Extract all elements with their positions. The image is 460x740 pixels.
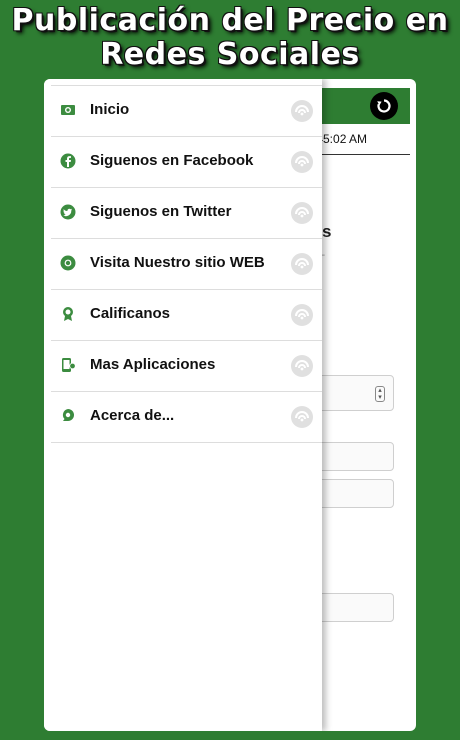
- go-icon: [291, 100, 313, 122]
- menu-item-website[interactable]: Visita Nuestro sitio WEB: [51, 239, 322, 290]
- menu-item-inicio[interactable]: Inicio: [51, 86, 322, 137]
- phone-screen: :45:02 AM s – ▴▾ Inicio Siguenos: [44, 79, 416, 731]
- apps-icon: [62, 358, 76, 372]
- go-icon: [291, 304, 313, 326]
- go-icon: [291, 151, 313, 173]
- refresh-button[interactable]: [370, 92, 398, 120]
- promo-banner: Publicación del Precio en Redes Sociales: [0, 4, 460, 72]
- menu-item-label: Siguenos en Facebook: [90, 152, 254, 169]
- menu-item-calificanos[interactable]: Calificanos: [51, 290, 322, 341]
- menu-item-label: Calificanos: [90, 305, 171, 322]
- menu-item-label: Inicio: [90, 101, 130, 118]
- menu-item-about[interactable]: Acerca de...: [51, 392, 322, 443]
- go-icon: [291, 355, 313, 377]
- menu-item-label: Acerca de...: [90, 407, 175, 424]
- menu-item-label: Siguenos en Twitter: [90, 203, 232, 220]
- go-icon: [291, 406, 313, 428]
- banner-title-line2: Redes Sociales: [100, 37, 360, 72]
- menu-item-label: Mas Aplicaciones: [90, 356, 216, 373]
- menu-item-twitter[interactable]: Siguenos en Twitter: [51, 188, 322, 239]
- menu-item-facebook[interactable]: Siguenos en Facebook: [51, 137, 322, 188]
- section-heading: s: [322, 222, 332, 241]
- refresh-icon: [377, 99, 391, 113]
- drawer-menu: Inicio Siguenos en Facebook Siguenos en …: [51, 85, 322, 443]
- info-icon: [62, 409, 74, 421]
- twitter-icon: [60, 204, 76, 220]
- chrome-icon: [60, 255, 76, 271]
- banner-title-line1: Publicación del Precio en: [11, 3, 449, 38]
- menu-item-apps[interactable]: Mas Aplicaciones: [51, 341, 322, 392]
- menu-item-label: Visita Nuestro sitio WEB: [90, 254, 265, 271]
- award-icon: [63, 307, 73, 321]
- go-icon: [291, 202, 313, 224]
- select-spinner-icon: ▴ ▾: [375, 386, 385, 402]
- money-icon: [61, 105, 75, 115]
- navigation-drawer: Inicio Siguenos en Facebook Siguenos en …: [44, 79, 322, 731]
- facebook-icon: [60, 153, 76, 169]
- go-icon: [291, 253, 313, 275]
